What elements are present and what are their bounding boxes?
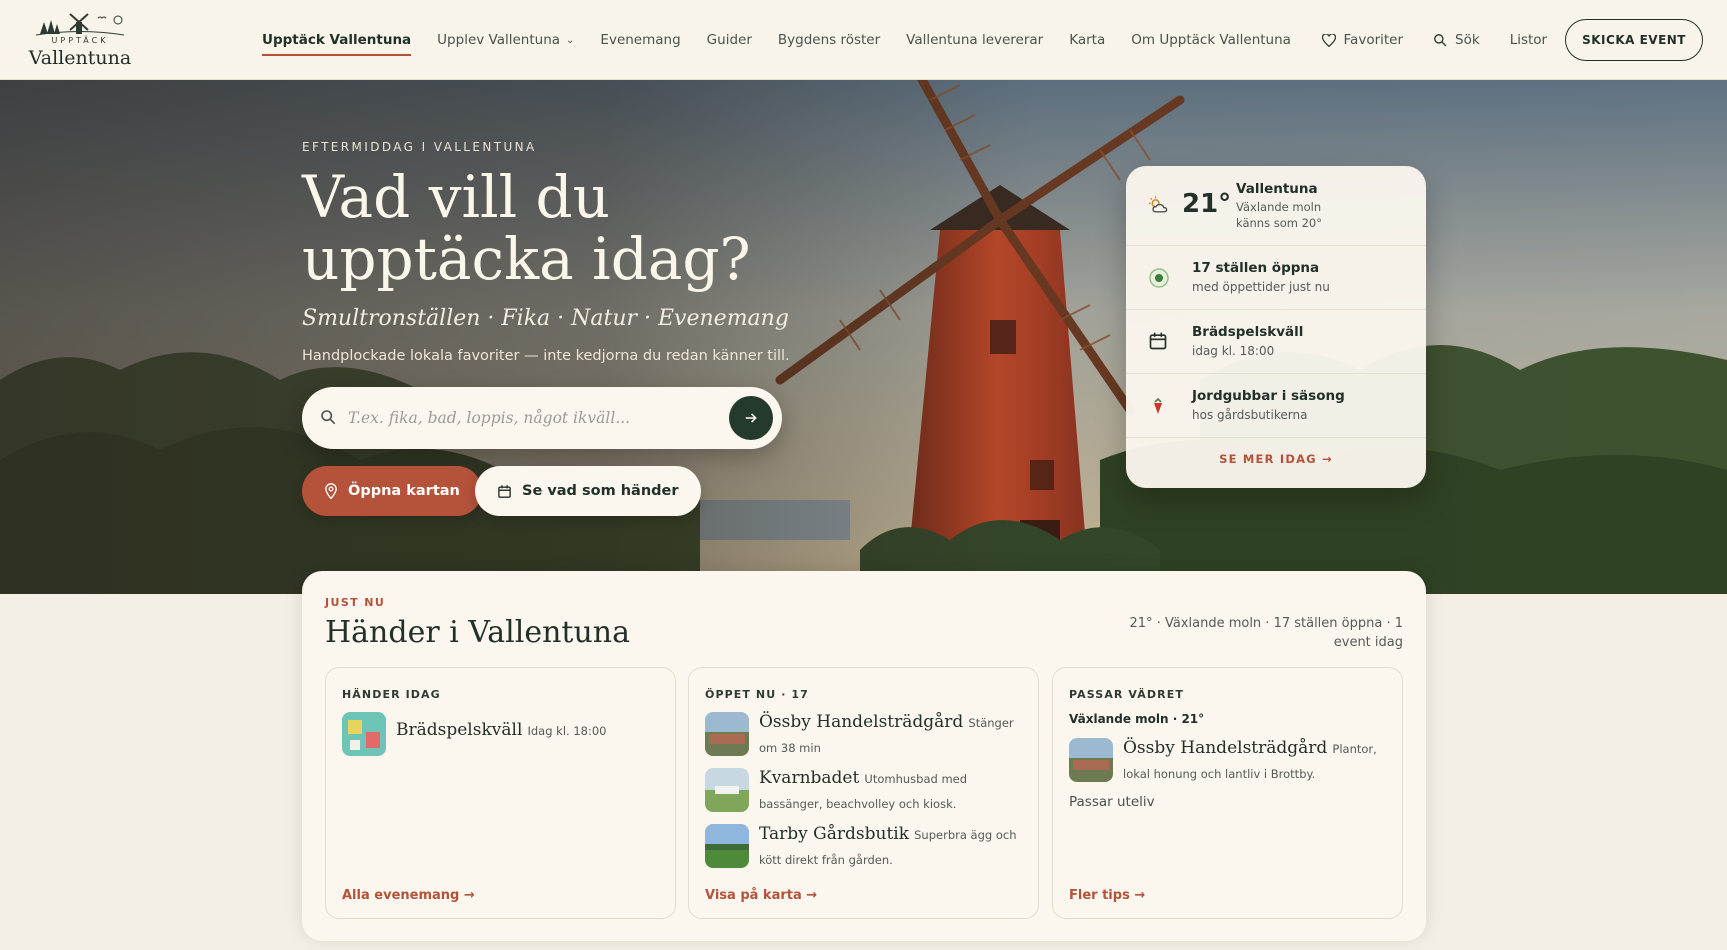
- see-events-button[interactable]: Se vad som händer: [475, 466, 701, 516]
- main-nav: Upptäck Vallentuna Upplev Vallentuna ⌄ Ev…: [262, 0, 1317, 80]
- card-happening-today: HÄNDER IDAG Brädspelskväll Idag kl. 18:0…: [325, 667, 676, 919]
- arrow-right-icon: [745, 413, 757, 423]
- just-now-title: Händer i Vallentuna: [325, 615, 630, 650]
- seasonal-row[interactable]: Jordgubbar i säsong hos gårdsbutikerna: [1126, 374, 1426, 438]
- event-today-title: Brädspelskväll: [1192, 324, 1304, 340]
- weather-summary: Växlande moln · 21°: [1069, 712, 1205, 726]
- card-fits-weather: PASSAR VÄDRET Växlande moln · 21° Össby …: [1052, 667, 1403, 919]
- hero-search-bar: [302, 387, 782, 449]
- logo-illustration-icon: [35, 13, 125, 36]
- nav-item-om[interactable]: Om Upptäck Vallentuna: [1131, 32, 1291, 48]
- today-widget: 21° Vallentuna Växlande moln känns som 2…: [1126, 166, 1426, 488]
- search-icon: [321, 410, 336, 425]
- weather-feels-like: känns som 20°: [1236, 216, 1322, 230]
- garden-image: [705, 712, 749, 756]
- open-place-item[interactable]: Kvarnbadet Utomhusbad med bassänger, bea…: [759, 766, 1024, 816]
- see-more-today-link[interactable]: SE MER IDAG →: [1126, 452, 1426, 466]
- boardgame-image: [342, 712, 386, 756]
- open-map-label: Öppna kartan: [348, 483, 460, 499]
- nav-item-bygdens-roster[interactable]: Bygdens röster: [778, 32, 880, 48]
- open-place-item[interactable]: Össby Handelsträdgård Stänger om 38 min: [759, 710, 1024, 760]
- weather-temperature: 21°: [1182, 189, 1232, 219]
- card-open-now: ÖPPET NU · 17 Össby Handelsträdgård Stän…: [688, 667, 1039, 919]
- site-logo[interactable]: UPPTÄCK Vallentuna: [26, 10, 134, 70]
- open-map-button[interactable]: Öppna kartan: [302, 466, 482, 516]
- suggestion-reason: Passar uteliv: [1069, 794, 1155, 810]
- place-thumbnail[interactable]: [705, 824, 749, 868]
- nav-item-upplev[interactable]: Upplev Vallentuna ⌄: [437, 32, 574, 48]
- hero-subtitle: Handplockade lokala favoriter — inte ked…: [302, 348, 790, 364]
- strawberry-icon: [1154, 397, 1162, 414]
- place-name: Össby Handelsträdgård: [1123, 738, 1328, 758]
- seasonal-title: Jordgubbar i säsong: [1192, 388, 1345, 404]
- event-thumbnail[interactable]: [342, 712, 386, 756]
- partly-cloudy-icon: [1148, 196, 1168, 213]
- nav-item-vallentuna-levererar[interactable]: Vallentuna levererar: [906, 32, 1043, 48]
- open-places-row[interactable]: 17 ställen öppna med öppettider just nu: [1126, 246, 1426, 310]
- place-thumbnail[interactable]: [705, 712, 749, 756]
- see-events-label: Se vad som händer: [522, 483, 679, 499]
- open-place-item[interactable]: Tarby Gårdsbutik Superbra ägg och kött d…: [759, 822, 1024, 872]
- card-heading: ÖPPET NU · 17: [705, 688, 809, 701]
- weather-city: Vallentuna: [1236, 181, 1318, 197]
- search-link[interactable]: Sök: [1433, 32, 1480, 48]
- submit-event-button[interactable]: SKICKA EVENT: [1565, 19, 1703, 61]
- lists-link[interactable]: Listor: [1510, 32, 1547, 48]
- field-image: [705, 824, 749, 868]
- search-label: Sök: [1455, 32, 1480, 48]
- chevron-down-icon: ⌄: [566, 34, 575, 46]
- event-time: Idag kl. 18:00: [527, 724, 607, 738]
- calendar-icon: [1149, 332, 1167, 350]
- favorites-label: Favoriter: [1343, 32, 1404, 48]
- hero-section: EFTERMIDDAG I VALLENTUNA Vad vill du upp…: [0, 80, 1727, 594]
- search-submit-button[interactable]: [729, 396, 773, 440]
- search-icon: [1434, 34, 1447, 47]
- weather-row: 21° Vallentuna Växlande moln känns som 2…: [1126, 166, 1426, 246]
- open-places-title: 17 ställen öppna: [1192, 260, 1320, 276]
- place-thumbnail[interactable]: [705, 768, 749, 812]
- hero-overlay: [0, 80, 1727, 594]
- place-name: Össby Handelsträdgård: [759, 712, 964, 732]
- beach-image: [705, 768, 749, 812]
- place-name: Kvarnbadet: [759, 768, 860, 788]
- hero-eyebrow: EFTERMIDDAG I VALLENTUNA: [302, 140, 537, 154]
- show-on-map-link[interactable]: Visa på karta →: [705, 888, 817, 903]
- card-heading: PASSAR VÄDRET: [1069, 688, 1184, 701]
- logo-tagline: UPPTÄCK: [51, 36, 109, 45]
- just-now-panel: JUST NU Händer i Vallentuna 21° · Växlan…: [302, 571, 1426, 941]
- map-pin-icon: [325, 483, 337, 499]
- calendar-icon: [498, 484, 511, 498]
- nav-item-evenemang[interactable]: Evenemang: [600, 32, 680, 48]
- hero-title: Vad vill du upptäcka idag?: [302, 163, 751, 293]
- open-places-sub: med öppettider just nu: [1192, 280, 1330, 294]
- event-today-row[interactable]: Brädspelskväll idag kl. 18:00: [1126, 310, 1426, 374]
- favorites-link[interactable]: Favoriter: [1321, 32, 1404, 48]
- place-thumbnail[interactable]: [1069, 738, 1113, 782]
- hero-tagline: Smultronställen · Fika · Natur · Evenema…: [302, 306, 789, 331]
- nav-item-guider[interactable]: Guider: [707, 32, 752, 48]
- nav-item-upptack[interactable]: Upptäck Vallentuna: [262, 32, 412, 56]
- event-name: Brädspelskväll: [396, 720, 523, 740]
- hero-search-input[interactable]: [348, 403, 708, 433]
- utility-nav: Favoriter Sök Listor SKICKA EVENT: [1292, 0, 1703, 80]
- card-heading: HÄNDER IDAG: [342, 688, 441, 701]
- event-item[interactable]: Brädspelskväll Idag kl. 18:00: [396, 718, 661, 743]
- suggested-place-item[interactable]: Össby Handelsträdgård Plantor, lokal hon…: [1123, 736, 1388, 786]
- weather-condition: Växlande moln: [1236, 200, 1322, 214]
- event-today-sub: idag kl. 18:00: [1192, 344, 1275, 358]
- logo-wordmark: Vallentuna: [28, 47, 132, 69]
- just-now-eyebrow: JUST NU: [325, 596, 386, 609]
- place-name: Tarby Gårdsbutik: [759, 824, 910, 844]
- open-status-icon: [1149, 268, 1169, 288]
- all-events-link[interactable]: Alla evenemang →: [342, 888, 475, 903]
- seasonal-sub: hos gårdsbutikerna: [1192, 408, 1308, 422]
- more-tips-link[interactable]: Fler tips →: [1069, 888, 1145, 903]
- heart-icon: [1321, 33, 1336, 47]
- nav-item-karta[interactable]: Karta: [1069, 32, 1105, 48]
- site-header: UPPTÄCK Vallentuna Upptäck Vallentuna Up…: [0, 0, 1727, 80]
- nav-item-upplev-label: Upplev Vallentuna: [437, 32, 561, 48]
- just-now-status: 21° · Växlande moln · 17 ställen öppna ·…: [1129, 616, 1403, 650]
- garden-image: [1069, 738, 1113, 782]
